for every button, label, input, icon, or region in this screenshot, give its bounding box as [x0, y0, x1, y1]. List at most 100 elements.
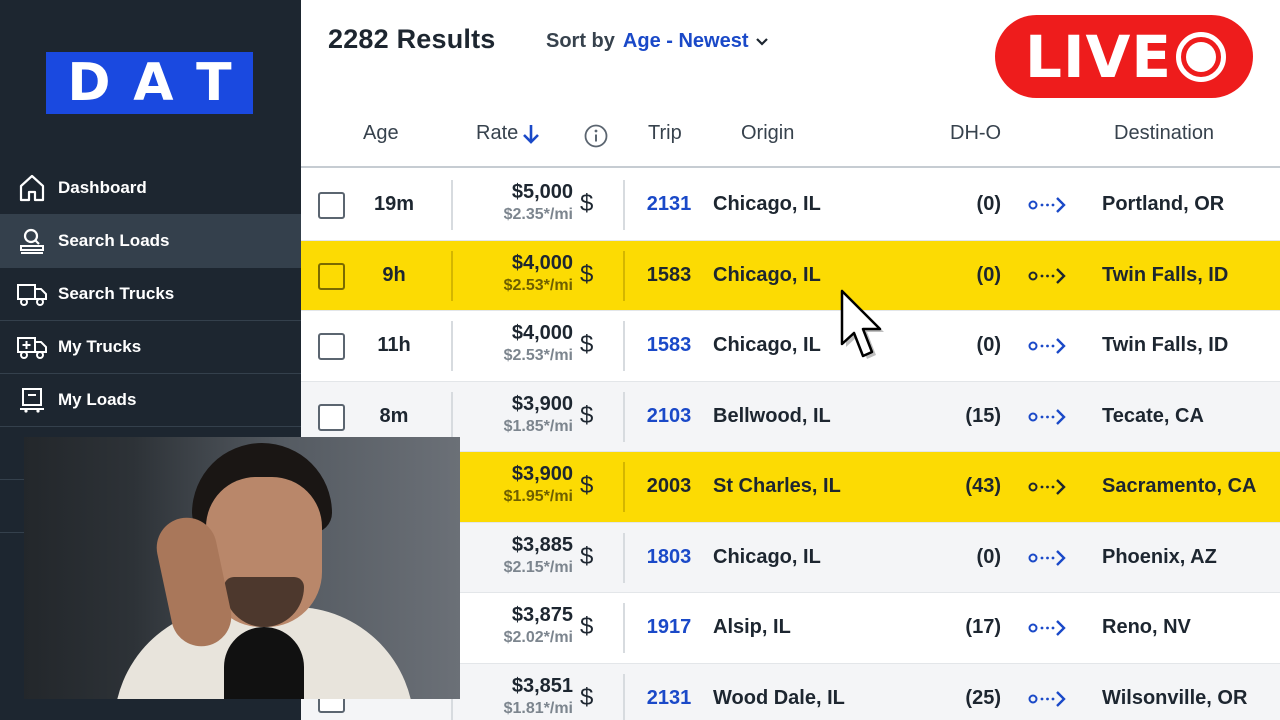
rate-per-mile: $2.53*/mi: [503, 276, 573, 294]
sort-dropdown[interactable]: Age - Newest: [623, 30, 769, 53]
trip-link[interactable]: 1583: [641, 334, 697, 357]
dh-o-cell: (43): [965, 475, 1001, 497]
info-icon[interactable]: [584, 124, 608, 154]
dollar-icon[interactable]: $: [580, 331, 593, 359]
webcam-overlay: [24, 437, 460, 699]
logo-letter: T: [196, 53, 232, 113]
sidebar-item-label: Search Trucks: [58, 284, 175, 303]
sidebar-item-search-trucks[interactable]: Search Trucks: [0, 268, 301, 321]
column-divider: [623, 462, 625, 512]
chevron-down-icon: [755, 37, 768, 46]
truck-plus-icon: [16, 332, 48, 362]
results-count: 2282 Results: [328, 24, 496, 54]
column-divider: [623, 673, 625, 720]
column-header-age[interactable]: Age: [363, 122, 399, 145]
rate-cell: $3,900: [511, 463, 573, 485]
trip-link[interactable]: 1917: [641, 616, 697, 639]
column-header-destination[interactable]: Destination: [1114, 122, 1214, 145]
column-header-rate[interactable]: Rate: [476, 122, 540, 145]
rate-cell: $3,851: [511, 674, 573, 697]
dh-o-cell: (0): [976, 263, 1001, 286]
column-divider: [623, 603, 625, 653]
rate-cell: $5,000: [511, 181, 573, 203]
rate-cell: $3,875: [511, 604, 573, 626]
age-cell: 19m: [373, 193, 415, 215]
sort-control: Sort by Age - Newest: [546, 30, 769, 53]
rate-cell: $4,000: [511, 251, 573, 274]
live-badge: LIVE: [995, 15, 1253, 98]
table-row[interactable]: 9h $4,000 $2.53*/mi $ 1583 Chicago, IL (…: [301, 240, 1280, 311]
column-divider: [623, 250, 625, 301]
sort-arrow-down-icon: [523, 124, 540, 144]
destination-cell: Twin Falls, ID: [1102, 334, 1229, 356]
trip-link[interactable]: 2003: [641, 475, 697, 498]
column-header-trip[interactable]: Trip: [648, 122, 682, 145]
origin-cell: Alsip, IL: [713, 616, 791, 638]
column-divider: [451, 391, 453, 442]
trip-link[interactable]: 2103: [641, 405, 697, 428]
origin-cell: St Charles, IL: [713, 475, 841, 497]
destination-cell: Twin Falls, ID: [1102, 263, 1229, 286]
column-divider: [451, 250, 453, 301]
dollar-icon[interactable]: $: [580, 261, 593, 289]
rate-per-mile: $2.02*/mi: [503, 629, 573, 646]
truck-icon: [16, 279, 48, 309]
row-checkbox[interactable]: [318, 403, 345, 431]
sidebar-item-my-trucks[interactable]: My Trucks: [0, 321, 301, 374]
table-row[interactable]: 11h $4,000 $2.53*/mi $ 1583 Chicago, IL …: [301, 311, 1280, 382]
table-header: Age Rate Trip Origin DH-O Destination: [301, 100, 1280, 168]
row-checkbox[interactable]: [318, 192, 345, 219]
rate-per-mile: $1.95*/mi: [503, 488, 573, 505]
sidebar-item-search-loads[interactable]: Search Loads: [0, 215, 301, 268]
sidebar-item-label: Dashboard: [58, 178, 147, 197]
column-divider: [623, 391, 625, 442]
loads-icon: [16, 385, 48, 415]
sidebar-item-label: Search Loads: [58, 231, 170, 250]
route-arrow-icon: [1028, 267, 1066, 284]
rate-per-mile: $2.35*/mi: [503, 206, 573, 223]
dollar-icon[interactable]: $: [580, 190, 593, 218]
dollar-icon[interactable]: $: [580, 472, 593, 500]
origin-cell: Wood Dale, IL: [713, 686, 845, 709]
route-arrow-icon: [1028, 549, 1066, 566]
origin-cell: Chicago, IL: [713, 334, 821, 356]
record-icon: [1176, 32, 1226, 82]
column-divider: [623, 532, 625, 583]
dh-o-cell: (15): [965, 404, 1001, 427]
dollar-icon[interactable]: $: [580, 543, 593, 571]
dh-o-cell: (0): [976, 334, 1001, 356]
age-cell: 11h: [377, 334, 411, 356]
dollar-icon[interactable]: $: [580, 402, 593, 430]
home-icon: [16, 173, 48, 203]
trip-link[interactable]: 1803: [641, 546, 697, 569]
route-arrow-icon: [1028, 690, 1066, 707]
origin-cell: Chicago, IL: [713, 545, 821, 568]
mouse-cursor-icon: [840, 289, 884, 359]
route-arrow-icon: [1028, 338, 1066, 354]
table-row[interactable]: 19m $5,000 $2.35*/mi $ 2131 Chicago, IL …: [301, 170, 1280, 241]
logo-letter: D: [67, 53, 111, 113]
row-checkbox[interactable]: [318, 333, 345, 360]
column-header-origin[interactable]: Origin: [741, 122, 794, 145]
trip-link[interactable]: 2131: [641, 193, 697, 216]
dollar-icon[interactable]: $: [580, 684, 593, 712]
age-cell: 8m: [379, 404, 409, 427]
dh-o-cell: (0): [976, 545, 1001, 568]
dollar-icon[interactable]: $: [580, 613, 593, 641]
route-arrow-icon: [1028, 620, 1066, 636]
sort-value: Age - Newest: [622, 30, 749, 52]
rate-per-mile: $1.85*/mi: [503, 417, 573, 435]
column-header-dh-o[interactable]: DH-O: [950, 122, 1001, 145]
trip-link[interactable]: 2131: [641, 687, 697, 710]
sidebar-item-dashboard[interactable]: Dashboard: [0, 162, 301, 215]
app: D A T Dashboard Search Loads Search Truc…: [0, 0, 1280, 720]
trip-link[interactable]: 1583: [641, 264, 697, 287]
dat-logo[interactable]: D A T: [46, 52, 253, 114]
column-divider: [451, 180, 453, 230]
destination-cell: Portland, OR: [1102, 193, 1225, 215]
row-checkbox[interactable]: [318, 262, 345, 290]
dh-o-cell: (17): [965, 616, 1001, 638]
sort-label: Sort by: [546, 30, 615, 52]
live-label: LIVE: [1025, 22, 1173, 91]
sidebar-item-my-loads[interactable]: My Loads: [0, 374, 301, 427]
